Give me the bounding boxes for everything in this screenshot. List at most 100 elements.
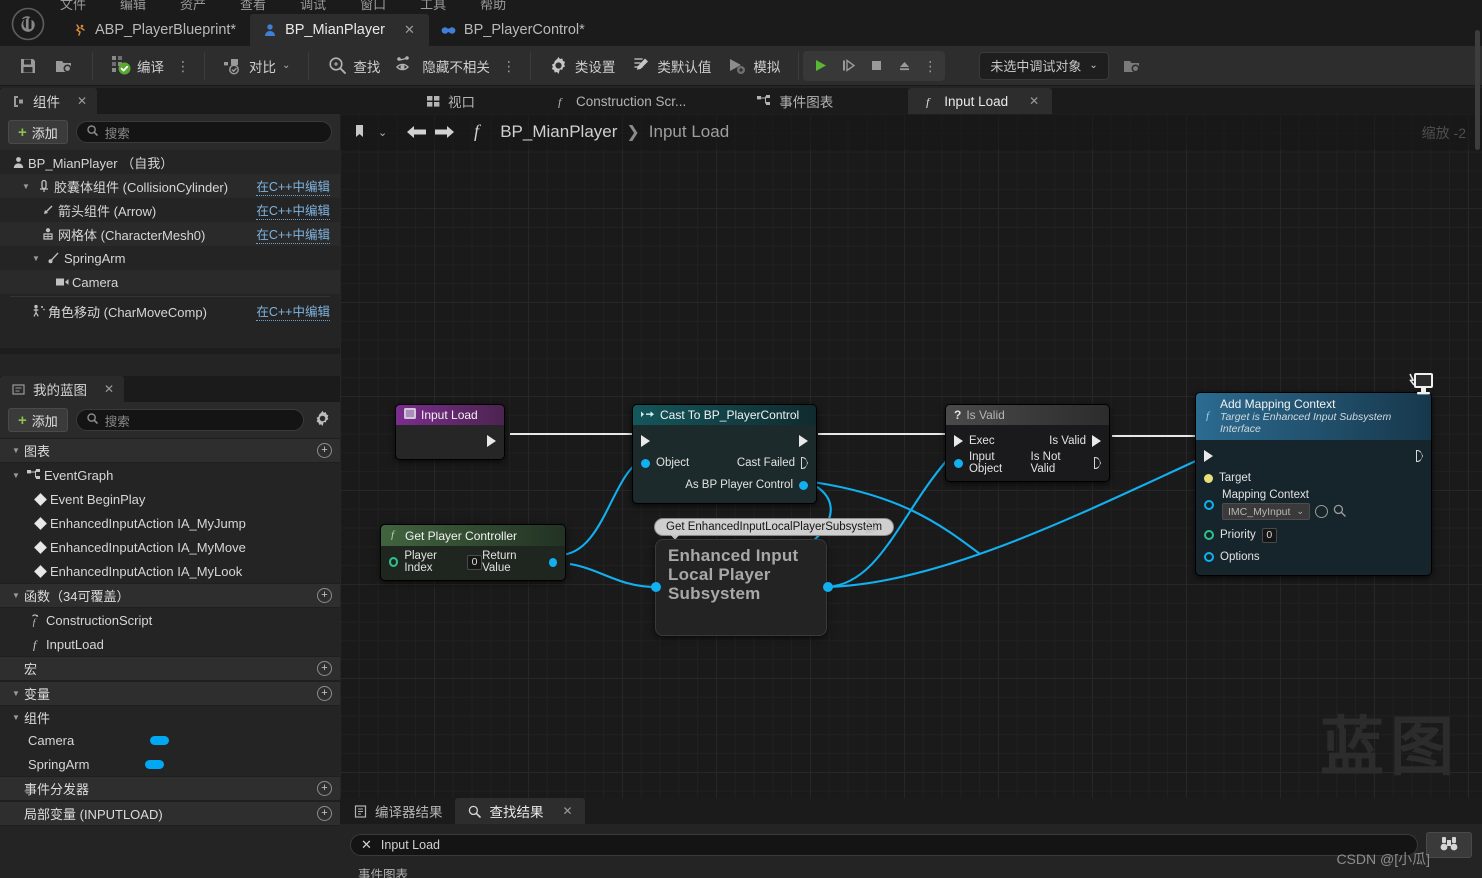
node-add-mapping-context[interactable]: f Add Mapping Context Target is Enhanced…	[1195, 373, 1433, 576]
component-row-collisioncylinder[interactable]: ▼ 胶囊体组件 (CollisionCylinder) 在C++中编辑	[0, 174, 340, 198]
expand-arrow-icon[interactable]: ▼	[8, 689, 24, 698]
clear-x-icon[interactable]: ✕	[361, 837, 372, 853]
menu-item-debug[interactable]: 调试	[300, 0, 326, 12]
node-get-enhanced-input-local-player-subsystem[interactable]: Enhanced Input Local Player Subsystem	[655, 539, 827, 636]
expand-arrow-icon[interactable]: ▼	[28, 254, 44, 263]
pin-row-input-object[interactable]: Input Object Is Not Valid	[946, 451, 1109, 475]
priority-in-pin[interactable]	[1204, 530, 1214, 540]
graph-tab-viewport[interactable]: 视口	[412, 88, 488, 114]
pin-row-mapping-context[interactable]: Mapping Context IMC_MyInput ⌄	[1196, 489, 1431, 520]
function-item-constructionscript[interactable]: f ConstructionScript	[0, 608, 340, 632]
tab-find-results[interactable]: 查找结果 ✕	[454, 798, 585, 824]
component-row-charactermesh0[interactable]: 网格体 (CharacterMesh0) 在C++中编辑	[0, 222, 340, 246]
graph-item-ia-mylook[interactable]: EnhancedInputAction IA_MyLook	[0, 559, 340, 583]
menu-item-asset[interactable]: 资产	[180, 0, 206, 12]
expand-arrow-icon[interactable]: ▼	[8, 446, 24, 455]
player-index-value[interactable]: 0	[467, 554, 483, 570]
node-input-load[interactable]: Input Load	[395, 404, 505, 460]
pin-row-exec[interactable]	[1196, 445, 1431, 467]
stop-button[interactable]	[863, 54, 889, 78]
node-get-player-controller[interactable]: f Get Player Controller Player Index 0 R…	[380, 524, 566, 581]
left-panel-splitter[interactable]	[0, 348, 340, 354]
menu-item-file[interactable]: 文件	[60, 0, 86, 12]
graph-item-ia-mymove[interactable]: EnhancedInputAction IA_MyMove	[0, 535, 340, 559]
find-result-item[interactable]: 事件图表	[340, 858, 1482, 878]
component-var-springarm[interactable]: SpringArm	[0, 752, 340, 776]
graph-tab-construction-script[interactable]: f Construction Scr...	[540, 88, 699, 114]
is-not-valid-exec-pin[interactable]	[1094, 457, 1101, 469]
pin-row-target[interactable]: Target	[1196, 467, 1431, 489]
play-options-kebab[interactable]: ⋮	[919, 59, 941, 73]
object-out-pin[interactable]	[799, 480, 808, 490]
myblueprint-settings-button[interactable]	[312, 410, 332, 430]
add-dispatcher-button[interactable]: +	[317, 781, 332, 796]
exec-in-pin[interactable]	[1204, 450, 1213, 462]
close-icon[interactable]: ✕	[77, 94, 87, 108]
section-header-event-dispatchers[interactable]: 事件分发器 +	[0, 776, 340, 801]
myblueprint-search-input[interactable]: 搜索	[75, 409, 304, 431]
graph-tab-input-load[interactable]: f Input Load ✕	[908, 88, 1053, 114]
component-var-camera[interactable]: Camera	[0, 728, 340, 752]
mapping-context-in-pin[interactable]	[1204, 500, 1214, 510]
browse-debug-button[interactable]	[1115, 51, 1151, 81]
pin-row-as-bp-player-control[interactable]: As BP Player Control	[633, 474, 816, 496]
browse-asset-icon[interactable]	[1314, 505, 1328, 518]
pin-row-exec[interactable]	[633, 430, 816, 452]
function-item-inputload[interactable]: f InputLoad	[0, 632, 340, 656]
save-button[interactable]	[10, 51, 46, 81]
pin-row-priority[interactable]: Priority 0	[1196, 524, 1431, 546]
graph-tab-eventgraph[interactable]: 事件图表	[743, 88, 846, 114]
find-button[interactable]: 查找	[319, 51, 388, 81]
class-settings-button[interactable]: 类设置	[541, 51, 624, 81]
add-graph-button[interactable]: +	[317, 443, 332, 458]
section-header-graphs[interactable]: ▼ 图表 +	[0, 438, 340, 463]
asset-tab-bp-mianplayer[interactable]: BP_MianPlayer ✕	[250, 14, 429, 46]
pin-row-options[interactable]: Options	[1196, 546, 1431, 568]
expand-arrow-icon[interactable]: ▼	[8, 713, 24, 722]
compile-options-kebab[interactable]: ⋮	[172, 59, 194, 73]
hide-unrelated-button[interactable]: 隐藏不相关	[388, 51, 498, 81]
find-options-kebab[interactable]: ⋮	[498, 59, 520, 73]
add-local-variable-button[interactable]: +	[317, 806, 332, 821]
target-in-pin[interactable]	[1204, 473, 1213, 483]
node-is-valid[interactable]: ? Is Valid Exec Is Valid Input Object Is…	[945, 404, 1110, 482]
menu-item-window[interactable]: 窗口	[360, 0, 386, 12]
find-results-input[interactable]: ✕ Input Load	[350, 834, 1418, 856]
component-row-charmovecomp[interactable]: 角色移动 (CharMoveComp) 在C++中编辑	[0, 299, 340, 323]
tab-components[interactable]: 组件 ✕	[0, 88, 98, 114]
diff-button[interactable]: 对比 ⌄	[215, 51, 298, 81]
object-in-pin[interactable]	[641, 458, 650, 468]
return-value-out-pin[interactable]	[548, 557, 557, 567]
graph-vertical-scrollbar[interactable]	[1475, 30, 1480, 150]
pin-row-player-index[interactable]: Player Index 0 Return Value	[381, 550, 565, 574]
component-row-springarm[interactable]: ▼ SpringArm	[0, 246, 340, 270]
close-icon[interactable]: ✕	[404, 22, 415, 38]
eject-button[interactable]	[891, 54, 917, 78]
simulate-button[interactable]: 模拟	[719, 51, 788, 81]
close-icon[interactable]: ✕	[104, 382, 114, 396]
component-row-bp-mianplayer[interactable]: BP_MianPlayer （自我）	[0, 150, 340, 174]
graph-item-event-beginplay[interactable]: Event BeginPlay	[0, 487, 340, 511]
add-macro-button[interactable]: +	[317, 661, 332, 676]
compile-button[interactable]: 编译	[103, 51, 172, 81]
expand-arrow-icon[interactable]: ▼	[8, 591, 24, 600]
section-header-functions[interactable]: ▼ 函数（34可覆盖） +	[0, 583, 340, 608]
section-header-macros[interactable]: 宏 +	[0, 656, 340, 681]
options-in-pin[interactable]	[1204, 552, 1214, 562]
graph-item-eventgraph[interactable]: ▼ EventGraph	[0, 463, 340, 487]
search-asset-icon[interactable]	[1333, 504, 1346, 520]
add-blueprint-item-button[interactable]: + 添加	[8, 408, 68, 432]
close-icon[interactable]: ✕	[563, 804, 573, 818]
breadcrumb-root[interactable]: BP_MianPlayer	[500, 122, 617, 142]
subsystem-in-pin[interactable]	[651, 582, 661, 592]
step-button[interactable]	[835, 54, 861, 78]
node-cast-to-bp-playercontrol[interactable]: Cast To BP_PlayerControl Object Cast Fai…	[632, 404, 817, 504]
priority-value[interactable]: 0	[1261, 527, 1277, 543]
pin-row-exec[interactable]: Exec Is Valid	[946, 430, 1109, 452]
pin-row-object[interactable]: Object Cast Failed	[633, 452, 816, 474]
menu-item-edit[interactable]: 编辑	[120, 0, 146, 12]
cast-failed-exec-pin[interactable]	[801, 457, 808, 469]
pin-row-exec-out[interactable]	[396, 430, 504, 452]
exec-in-pin[interactable]	[641, 435, 650, 447]
edit-in-cpp-link[interactable]: 在C++中编辑	[256, 224, 330, 244]
